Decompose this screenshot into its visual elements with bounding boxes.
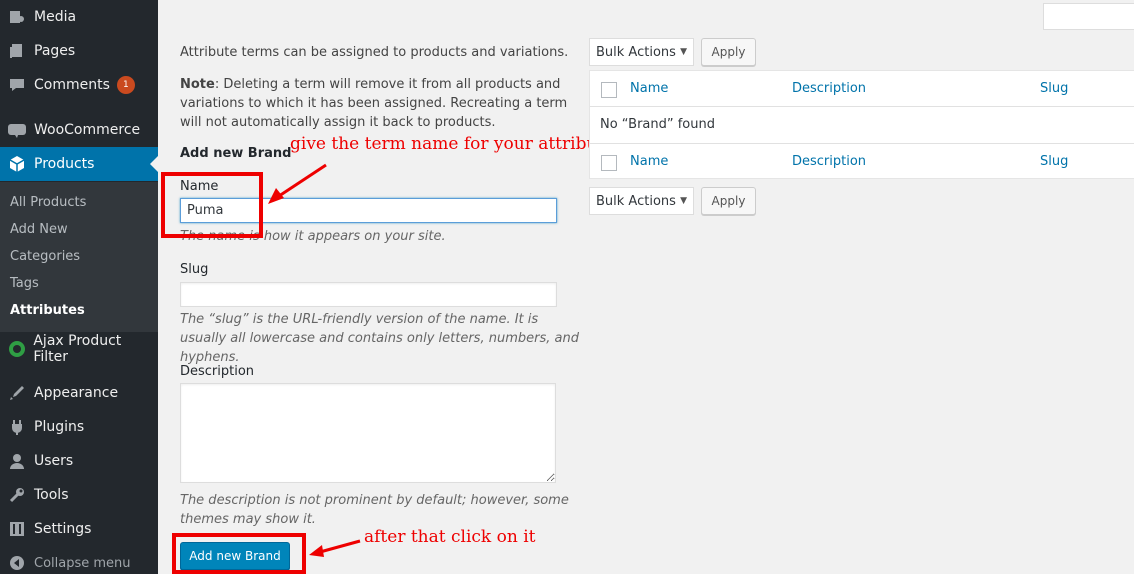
woocommerce-icon [0,122,34,138]
pages-icon [0,42,34,60]
table-header-row: Name Description Slug [590,71,1134,107]
slug-description: The “slug” is the URL-friendly version o… [180,312,579,365]
sidebar-item-users[interactable]: Users [0,444,158,478]
table-row: No “Brand” found [590,107,1134,143]
bulk-actions-label: Bulk Actions [596,44,676,60]
sidebar-item-pages[interactable]: Pages [0,34,158,68]
arrow-annotation-name [268,163,327,204]
media-icon [0,8,34,26]
comments-count-badge: 1 [116,76,135,94]
sidebar-item-products[interactable]: Products [0,147,158,181]
apply-button-bottom[interactable]: Apply [701,187,756,215]
chevron-down-icon: ▼ [680,196,687,206]
column-footer-slug[interactable]: Slug [1040,154,1068,169]
collapse-menu-label: Collapse menu [34,555,131,571]
users-icon [0,452,34,470]
submenu-item-all-products[interactable]: All Products [10,195,86,210]
column-footer-name[interactable]: Name [630,154,668,169]
bulk-actions-label: Bulk Actions [596,193,676,209]
submenu-item-attributes[interactable]: Attributes [10,303,85,318]
description-textarea[interactable] [180,383,556,483]
slug-label: Slug [180,262,209,277]
settings-icon [0,520,34,538]
note-body: : Deleting a term will remove it from al… [180,77,568,130]
sidebar-item-label: Tools [34,487,69,503]
admin-sidebar: Media Pages Comments 1 WooCommerce Produ… [0,0,158,574]
apply-button-top[interactable]: Apply [701,38,756,66]
terms-table: Name Description Slug No “Brand” found N… [589,70,1134,179]
note-label: Note [180,77,215,92]
sidebar-item-woocommerce[interactable]: WooCommerce [0,113,158,147]
products-icon [0,155,34,173]
slug-input[interactable] [180,282,557,307]
sidebar-item-comments[interactable]: Comments 1 [0,68,158,102]
sidebar-item-tools[interactable]: Tools [0,478,158,512]
submenu-item-categories[interactable]: Categories [10,249,80,264]
search-terms-input[interactable] [1043,3,1134,30]
description-label: Description [180,364,255,379]
sidebar-item-label: Pages [34,43,76,59]
column-footer-description[interactable]: Description [792,154,866,169]
column-header-name[interactable]: Name [630,81,668,96]
sidebar-item-settings[interactable]: Settings [0,512,158,546]
sidebar-item-label: Users [34,453,74,469]
submenu-item-tags[interactable]: Tags [10,276,39,291]
sidebar-item-ajax-product-filter[interactable]: Ajax Product Filter [0,332,158,366]
comments-icon [0,76,34,94]
highlight-box-name [161,172,263,238]
sidebar-item-plugins[interactable]: Plugins [0,410,158,444]
column-header-description[interactable]: Description [792,81,866,96]
ajax-filter-icon [0,340,33,358]
plugins-icon [0,418,34,436]
sidebar-item-label: Ajax Product Filter [33,333,122,365]
arrow-annotation-submit [309,539,361,557]
bulk-actions-select-bottom[interactable]: Bulk Actions ▼ [589,187,694,215]
wrench-icon [0,486,34,504]
description-help: The description is not prominent by defa… [180,493,569,527]
sidebar-item-label: WooCommerce [34,122,141,138]
collapse-arrow-icon [0,555,34,571]
add-new-heading: Add new Brand [180,146,292,161]
appearance-icon [0,384,34,402]
note-text: Note: Deleting a term will remove it fro… [180,75,580,132]
select-all-checkbox[interactable] [601,82,617,98]
no-items-message: No “Brand” found [600,117,715,132]
table-footer-row: Name Description Slug [590,143,1134,179]
intro-text: Attribute terms can be assigned to produ… [180,45,569,60]
sidebar-item-label: Media [34,9,77,25]
sidebar-item-media[interactable]: Media [0,0,158,34]
sidebar-item-label: Settings [34,521,92,537]
highlight-box-submit [172,533,306,574]
chevron-down-icon: ▼ [680,47,687,57]
collapse-menu-button[interactable]: Collapse menu [0,552,158,574]
sidebar-item-label: Plugins [34,419,85,435]
annotation-submit-hint: after that click on it [364,527,536,547]
column-header-slug[interactable]: Slug [1040,81,1068,96]
sidebar-item-label: Comments [34,77,110,93]
bulk-actions-select-top[interactable]: Bulk Actions ▼ [589,38,694,66]
submenu-item-add-new[interactable]: Add New [10,222,68,237]
annotation-name-hint: give the term name for your attribute [290,134,615,154]
select-all-checkbox-footer[interactable] [601,155,617,171]
sidebar-item-label: Appearance [34,385,119,401]
sidebar-item-label: Products [34,156,95,172]
sidebar-item-appearance[interactable]: Appearance [0,376,158,410]
products-submenu: All Products Add New Categories Tags Att… [0,182,158,332]
